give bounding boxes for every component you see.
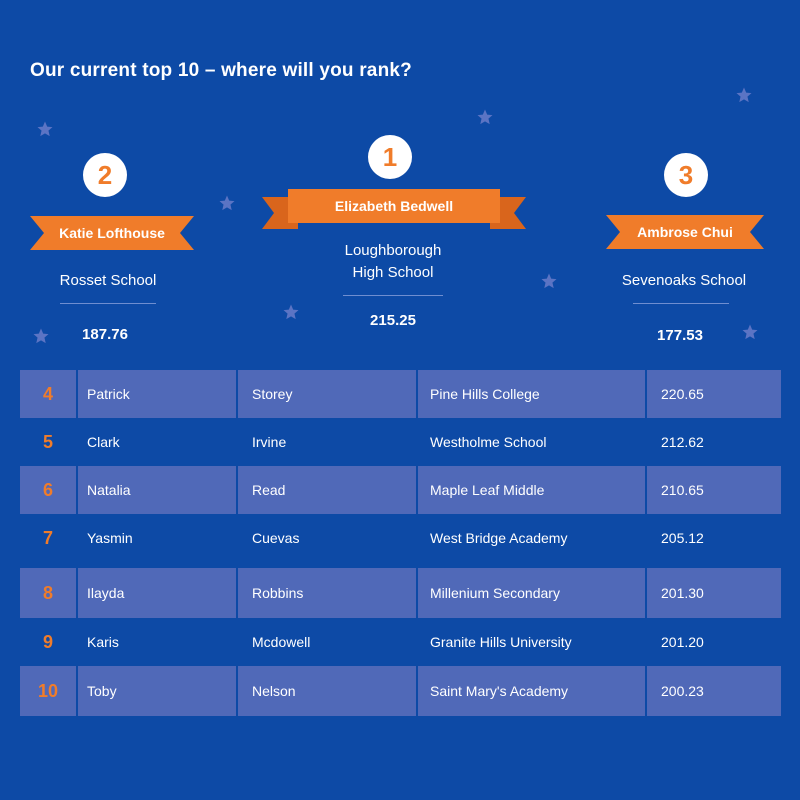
rank-cell: 9 [42,632,53,652]
first-name-cell: Toby [78,666,236,716]
last-name-cell: Nelson [238,666,416,716]
star-icon [36,120,54,138]
star-icon [218,194,236,212]
star-icon [282,303,300,321]
rank-badge-first: 1 [368,135,412,179]
score: 187.76 [82,326,128,343]
first-name-cell: Yasmin [87,530,133,546]
last-name-cell: Robbins [238,568,416,618]
first-name-cell: Karis [87,634,119,650]
name-ribbon-third: Ambrose Chui [606,215,764,255]
school-name: Rosset School [59,272,157,289]
school-line: High School [352,264,434,281]
first-name-cell: Ilayda [78,568,236,618]
last-name-cell: Mcdowell [252,634,311,650]
first-name-cell: Patrick [78,370,236,418]
score-cell: 201.20 [661,634,704,650]
school-cell: Granite Hills University [430,634,572,650]
last-name-cell: Storey [238,370,416,418]
score-cell: 205.12 [661,530,704,546]
last-name-cell: Read [238,466,416,514]
score: 215.25 [370,312,416,329]
divider [60,303,156,304]
rank-cell: 8 [20,568,76,618]
winner-name: Elizabeth Bedwell [334,198,454,214]
school-name: Sevenoaks School [621,272,747,289]
rank-badge-third: 3 [664,153,708,197]
school-cell: Maple Leaf Middle [418,466,645,514]
score-cell: 201.30 [647,568,781,618]
rank-cell: 6 [20,466,76,514]
divider [633,303,729,304]
name-ribbon-second: Katie Lofthouse [30,216,194,256]
star-icon [476,108,494,126]
leaderboard-table: 4 Patrick Storey Pine Hills College 220.… [20,370,781,716]
table-row: 9 Karis Mcdowell Granite Hills Universit… [20,618,781,666]
star-icon [540,272,558,290]
first-name-cell: Clark [87,434,120,450]
name-ribbon-first: Elizabeth Bedwell [262,189,526,229]
rank-cell: 4 [20,370,76,418]
divider [343,295,443,296]
table-row: 4 Patrick Storey Pine Hills College 220.… [20,370,781,418]
table-row: 10 Toby Nelson Saint Mary's Academy 200.… [20,666,781,716]
table-row: 8 Ilayda Robbins Millenium Secondary 201… [20,568,781,618]
page-title: Our current top 10 – where will you rank… [30,60,412,81]
score-cell: 220.65 [647,370,781,418]
score-cell: 210.65 [647,466,781,514]
school-line: Loughborough [344,242,442,259]
school-cell: West Bridge Academy [430,530,568,546]
score-cell: 200.23 [647,666,781,716]
star-icon [735,86,753,104]
rank-cell: 10 [20,666,76,716]
rank-cell: 5 [42,432,53,452]
winner-name: Ambrose Chui [637,224,733,240]
table-row: 7 Yasmin Cuevas West Bridge Academy 205.… [20,514,781,568]
last-name-cell: Irvine [252,434,287,450]
table-row: 5 Clark Irvine Westholme School 212.62 [20,418,781,466]
school-cell: Pine Hills College [418,370,645,418]
first-name-cell: Natalia [78,466,236,514]
star-icon [741,323,759,341]
star-icon [32,327,50,345]
winner-name: Katie Lofthouse [59,225,165,241]
school-cell: Westholme School [430,434,547,450]
school-cell: Saint Mary's Academy [418,666,645,716]
rank-cell: 7 [42,528,53,548]
rank-badge-second: 2 [83,153,127,197]
score-cell: 212.62 [661,434,704,450]
score: 177.53 [657,327,703,344]
school-cell: Millenium Secondary [418,568,645,618]
last-name-cell: Cuevas [252,530,300,546]
table-row: 6 Natalia Read Maple Leaf Middle 210.65 [20,466,781,514]
